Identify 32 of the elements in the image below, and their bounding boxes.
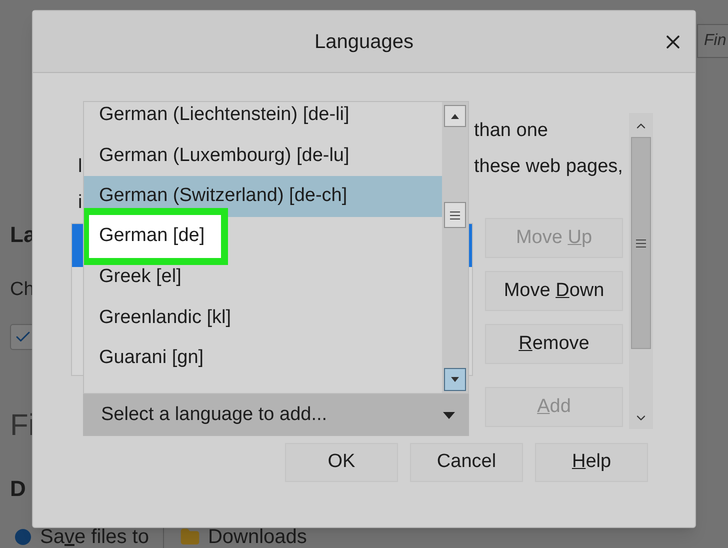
description-text: i	[78, 192, 82, 213]
scrollbar[interactable]	[629, 113, 653, 429]
dropdown-item[interactable]: German (Switzerland) [de-ch]	[84, 176, 442, 216]
grip-icon	[450, 210, 460, 220]
language-select[interactable]: Select a language to add...	[83, 394, 469, 436]
highlighted-dropdown-item[interactable]: German [de]	[84, 208, 228, 265]
description-text: than one	[474, 118, 548, 143]
dialog-button[interactable]: Move Down	[485, 271, 623, 311]
dialog-button[interactable]: Remove	[485, 324, 623, 364]
section-heading: D	[10, 476, 26, 502]
dropdown-item[interactable]: Greenlandic [kl]	[84, 298, 442, 338]
scrollbar-thumb[interactable]	[631, 137, 651, 349]
dropdown-item[interactable]: German (Liechtenstein) [de-li]	[84, 102, 442, 136]
description-text: l	[78, 156, 82, 177]
radio-button[interactable]	[15, 529, 31, 545]
scroll-down-button[interactable]	[444, 368, 466, 391]
window-title: Languages	[314, 30, 414, 54]
dialog-button[interactable]: Help	[535, 443, 648, 482]
dialog-button[interactable]: OK	[285, 443, 398, 482]
dropdown-item[interactable]: Guarani [gn]	[84, 338, 442, 378]
caret-up-icon	[451, 114, 459, 118]
folder-name: Downloads	[208, 525, 307, 548]
scrollbar-thumb[interactable]	[444, 202, 466, 228]
scrollbar[interactable]	[442, 102, 468, 393]
dialog-button[interactable]: Cancel	[410, 443, 523, 482]
description-text: these web pages,	[474, 154, 623, 179]
folder-icon	[180, 527, 200, 547]
dropdown-item[interactable]: German (Luxembourg) [de-lu]	[84, 136, 442, 176]
dropdown-caret-icon	[443, 412, 455, 418]
scroll-up-button[interactable]	[444, 105, 466, 127]
radio-label: Save files to	[40, 525, 149, 548]
grip-icon	[636, 238, 646, 248]
